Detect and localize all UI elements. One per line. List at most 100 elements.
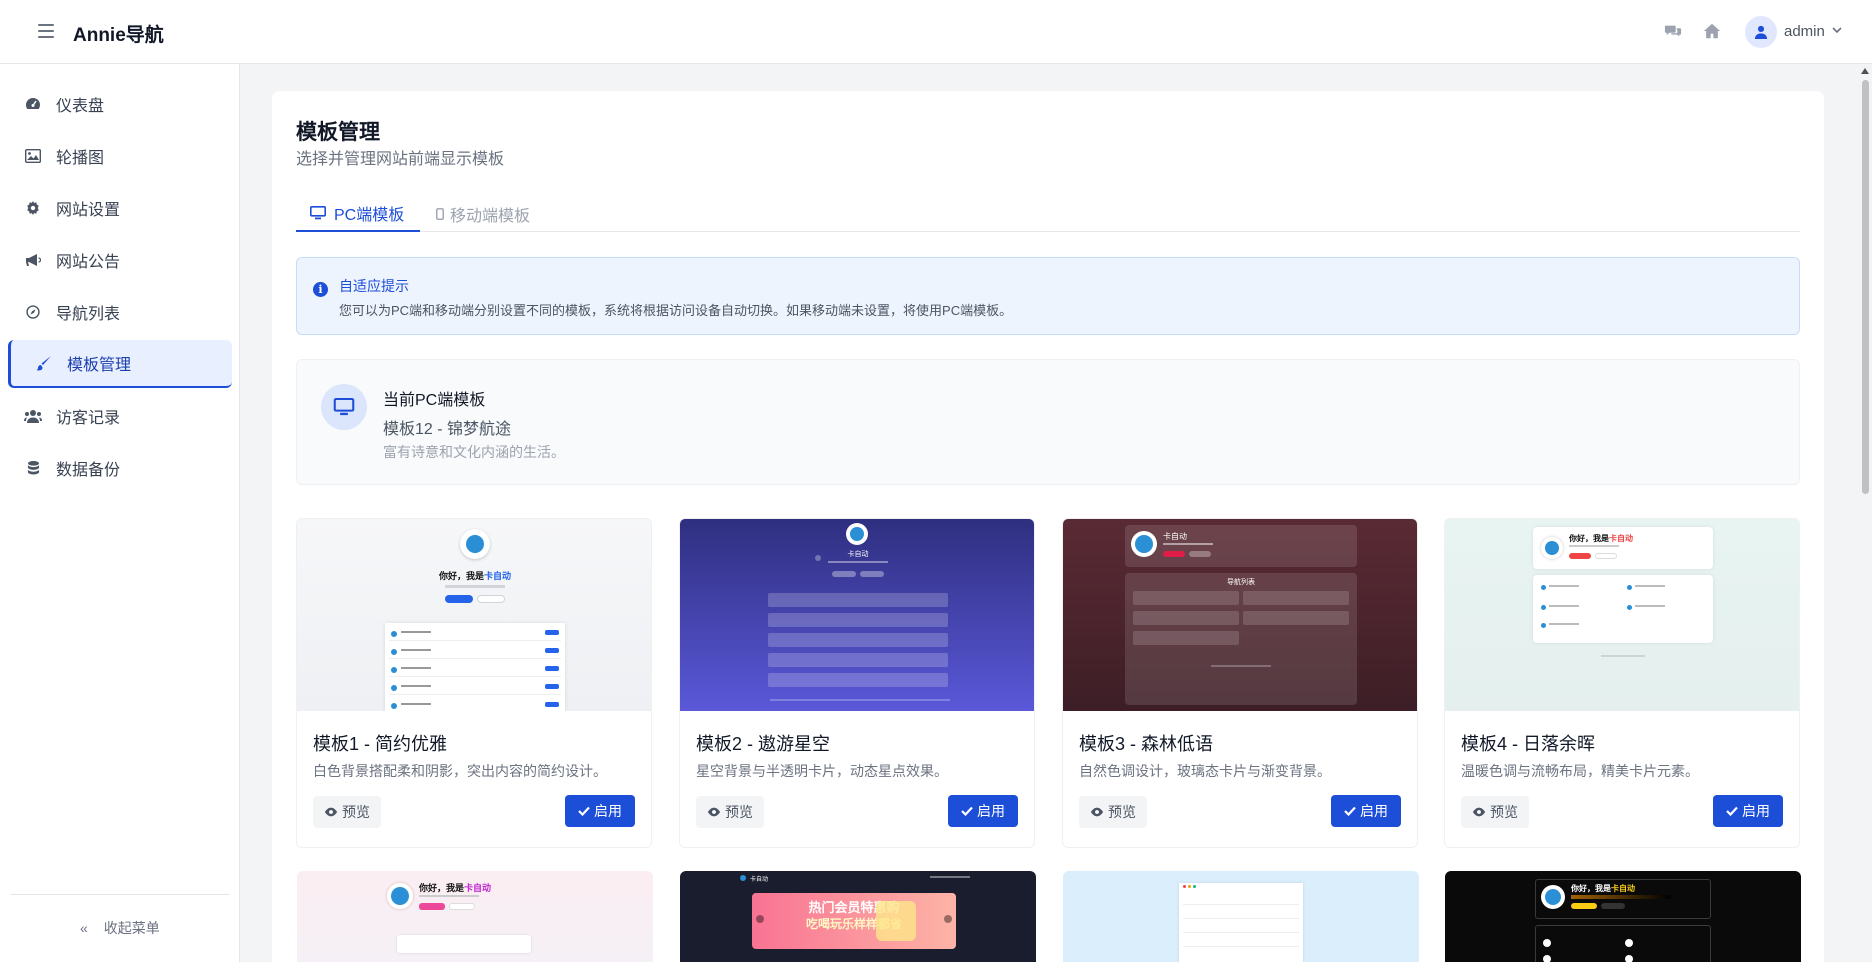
divider	[10, 894, 230, 895]
enable-label: 启用	[1742, 803, 1770, 819]
thumb-text: 你好，我是	[1569, 534, 1609, 543]
preview-label: 预览	[342, 804, 370, 820]
brush-icon	[35, 354, 53, 372]
template-name: 模板2 - 遨游星空	[696, 734, 831, 754]
thumb-text: 卡自动	[1163, 532, 1187, 541]
database-icon	[24, 459, 42, 477]
current-template-label: 当前PC端模板	[383, 392, 486, 409]
sidebar-item-visitors[interactable]: 访客记录	[8, 392, 232, 440]
scrollbar-thumb[interactable]	[1862, 80, 1869, 494]
preview-button[interactable]: 预览	[696, 796, 764, 828]
enable-button[interactable]: 启用	[948, 795, 1018, 827]
sidebar-item-label: 仪表盘	[56, 98, 105, 115]
enable-label: 启用	[1360, 803, 1388, 819]
page-scrollbar[interactable]	[1860, 68, 1870, 962]
template-thumbnail[interactable]: 你好，我是卡自动	[297, 871, 653, 962]
thumb-text: 卡自动	[1611, 884, 1635, 893]
enable-label: 启用	[594, 803, 622, 819]
user-icon	[1754, 25, 1768, 39]
users-icon	[24, 407, 42, 425]
template-desc: 温暖色调与流畅布局，精美卡片元素。	[1461, 763, 1699, 779]
collapse-menu-button[interactable]: « 收起菜单	[80, 918, 160, 938]
sidebar-item-dashboard[interactable]: 仪表盘	[8, 80, 232, 128]
check-icon	[1726, 806, 1738, 816]
tab-mobile-templates[interactable]: 移动端模板	[436, 196, 530, 232]
thumb-text: 吃喝玩乐样样都省	[805, 917, 902, 931]
enable-label: 启用	[977, 803, 1005, 819]
menu-toggle-icon[interactable]	[38, 24, 54, 38]
sidebar-item-label: 网站公告	[56, 254, 121, 271]
check-icon	[1344, 806, 1356, 816]
thumb-text: 你好，我是	[419, 883, 465, 893]
check-icon	[961, 806, 973, 816]
template-name: 模板1 - 简约优雅	[313, 734, 448, 754]
template-card: 你好，我是卡自动 模板4 - 日落余晖 温暖色调与流畅布局，精美卡片元素。 预览…	[1444, 518, 1800, 848]
eye-icon	[324, 807, 338, 817]
enable-button[interactable]: 启用	[1331, 795, 1401, 827]
thumb-text: 卡自动	[484, 571, 512, 581]
eye-icon	[1472, 807, 1486, 817]
sidebar-item-templates[interactable]: 模板管理	[8, 340, 232, 388]
top-header: Annie导航 admin	[0, 0, 1872, 64]
thumb-text: 卡自动	[847, 551, 869, 558]
tab-pc-templates[interactable]: PC端模板	[296, 196, 420, 232]
sidebar-item-announcement[interactable]: 网站公告	[8, 236, 232, 284]
desktop-icon	[310, 206, 326, 220]
sidebar-item-site-settings[interactable]: 网站设置	[8, 184, 232, 232]
double-chevron-left-icon: «	[80, 920, 88, 936]
bullhorn-icon	[24, 251, 42, 269]
scroll-up-arrow-icon[interactable]	[1861, 68, 1869, 74]
mobile-icon	[436, 208, 444, 220]
sidebar-item-carousel[interactable]: 轮播图	[8, 132, 232, 180]
sidebar-item-label: 导航列表	[56, 306, 121, 323]
sidebar-item-label: 网站设置	[56, 202, 121, 219]
info-icon: i	[313, 282, 328, 297]
thumb-text: 热门会员特惠购	[808, 900, 900, 915]
brand-title[interactable]: Annie导航	[73, 20, 164, 47]
template-thumbnail[interactable]: 你好，我是卡自动	[297, 519, 651, 711]
sidebar: 仪表盘 轮播图 网站设置 网站公告 导航列表 模板管理 访客记录 数据备份	[0, 64, 240, 962]
template-card: 你好，我是卡自动 模板1 - 简约优雅 白色背景搭配柔和阴影，突出内容的简约设计…	[296, 518, 652, 848]
chevron-down-icon[interactable]	[1832, 26, 1842, 34]
preview-button[interactable]: 预览	[313, 796, 381, 828]
template-card: 卡自动 模板2 - 遨游星空 星空背景与半透明卡片，动态星点效果。 预览 启用	[679, 518, 1035, 848]
template-thumbnail[interactable]: 卡自动 热门会员特惠购 吃喝玩乐样样都省	[680, 871, 1036, 962]
current-template-name: 模板12 - 锦梦航途	[383, 421, 512, 438]
preview-button[interactable]: 预览	[1461, 796, 1529, 828]
eye-icon	[707, 807, 721, 817]
dashboard-icon	[24, 95, 42, 113]
thumb-text: 卡自动	[464, 883, 492, 893]
sidebar-item-backup[interactable]: 数据备份	[8, 444, 232, 492]
template-desc: 自然色调设计，玻璃态卡片与渐变背景。	[1079, 763, 1331, 779]
template-thumbnail[interactable]	[1063, 871, 1419, 962]
page-title: 模板管理	[296, 121, 380, 144]
preview-label: 预览	[1108, 804, 1136, 820]
current-template-panel: 当前PC端模板 模板12 - 锦梦航途 富有诗意和文化内涵的生活。	[296, 359, 1800, 485]
template-thumbnail[interactable]: 卡自动 导航列表	[1063, 519, 1417, 711]
enable-button[interactable]: 启用	[565, 795, 635, 827]
thumb-text: 导航列表	[1227, 579, 1255, 586]
sidebar-item-label: 模板管理	[67, 357, 132, 374]
user-name[interactable]: admin	[1784, 23, 1825, 40]
template-thumbnail[interactable]: 你好，我是卡自动	[1445, 519, 1799, 711]
eye-icon	[1090, 807, 1104, 817]
avatar[interactable]	[1745, 16, 1777, 48]
thumb-text: 卡自动	[750, 877, 769, 883]
enable-button[interactable]: 启用	[1713, 795, 1783, 827]
check-icon	[578, 806, 590, 816]
sidebar-item-label: 访客记录	[56, 410, 121, 427]
sidebar-item-label: 数据备份	[56, 462, 121, 479]
tab-label: PC端模板	[334, 207, 405, 224]
template-name: 模板3 - 森林低语	[1079, 734, 1214, 754]
sidebar-item-nav-list[interactable]: 导航列表	[8, 288, 232, 336]
home-icon[interactable]	[1703, 22, 1721, 40]
template-thumbnail[interactable]: 卡自动	[680, 519, 1034, 711]
compass-icon	[24, 303, 42, 321]
alert-title: 自适应提示	[339, 278, 409, 294]
thumb-text: 卡自动	[1609, 534, 1633, 543]
template-tabs: PC端模板 移动端模板	[296, 196, 1800, 232]
preview-label: 预览	[1490, 804, 1518, 820]
comments-icon[interactable]	[1664, 22, 1682, 40]
preview-button[interactable]: 预览	[1079, 796, 1147, 828]
template-thumbnail[interactable]: 你好，我是卡自动	[1445, 871, 1801, 962]
